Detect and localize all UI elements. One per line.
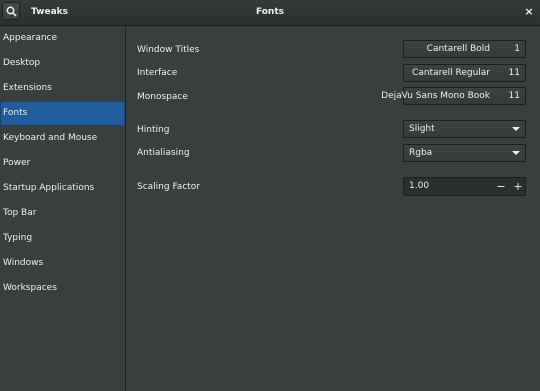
app-title: Tweaks <box>31 7 68 17</box>
monospace-label: Monospace <box>137 92 188 102</box>
close-icon[interactable]: × <box>522 5 536 19</box>
sidebar-item-desktop[interactable]: Desktop <box>0 51 125 76</box>
sidebar-item-fonts[interactable]: Fonts <box>0 101 125 126</box>
page-title: Fonts <box>255 7 285 17</box>
window-titles-font-size: 1 <box>514 44 520 54</box>
sidebar-item-typing[interactable]: Typing <box>0 226 125 251</box>
scaling-factor-value[interactable]: 1.00 <box>409 181 429 191</box>
interface-font-size: 11 <box>508 68 520 78</box>
interface-font-button[interactable]: Cantarell Regular 11 <box>403 64 526 82</box>
window-titles-label: Window Titles <box>137 45 200 55</box>
increment-button[interactable]: + <box>511 179 525 194</box>
scaling-factor-label: Scaling Factor <box>137 182 201 192</box>
sidebar-item-appearance[interactable]: Appearance <box>0 26 125 51</box>
window-titles-font-name: Cantarell Bold <box>426 44 490 54</box>
sidebar-item-workspaces[interactable]: Workspaces <box>0 276 125 301</box>
sidebar-item-windows[interactable]: Windows <box>0 251 125 276</box>
interface-label: Interface <box>137 68 178 78</box>
hinting-label: Hinting <box>137 125 170 135</box>
sidebar-item-startup-applications[interactable]: Startup Applications <box>0 176 125 201</box>
antialiasing-dropdown[interactable]: Rgba <box>403 144 526 162</box>
chevron-down-icon <box>512 127 520 131</box>
monospace-font-name: DejaVu Sans Mono Book <box>381 91 490 101</box>
antialiasing-value: Rgba <box>409 148 433 158</box>
sidebar-item-extensions[interactable]: Extensions <box>0 76 125 101</box>
decrement-button[interactable]: − <box>494 179 508 194</box>
hinting-value: Slight <box>409 124 435 134</box>
scaling-factor-spinbutton[interactable]: 1.00 − + <box>403 177 526 196</box>
sidebar-item-power[interactable]: Power <box>0 151 125 176</box>
monospace-font-button[interactable]: DejaVu Sans Mono Book 11 <box>381 87 526 105</box>
sidebar: Appearance Desktop Extensions Fonts Keyb… <box>0 26 126 391</box>
header-bar: Tweaks Fonts × <box>0 0 540 26</box>
hinting-dropdown[interactable]: Slight <box>403 120 526 138</box>
chevron-down-icon <box>512 151 520 155</box>
window-titles-font-button[interactable]: Cantarell Bold 1 <box>403 40 526 58</box>
search-icon <box>6 6 17 17</box>
monospace-font-size: 11 <box>508 91 520 101</box>
search-button[interactable] <box>2 2 20 20</box>
sidebar-item-keyboard-and-mouse[interactable]: Keyboard and Mouse <box>0 126 125 151</box>
interface-font-name: Cantarell Regular <box>412 68 490 78</box>
sidebar-item-top-bar[interactable]: Top Bar <box>0 201 125 226</box>
antialiasing-label: Antialiasing <box>137 148 190 158</box>
